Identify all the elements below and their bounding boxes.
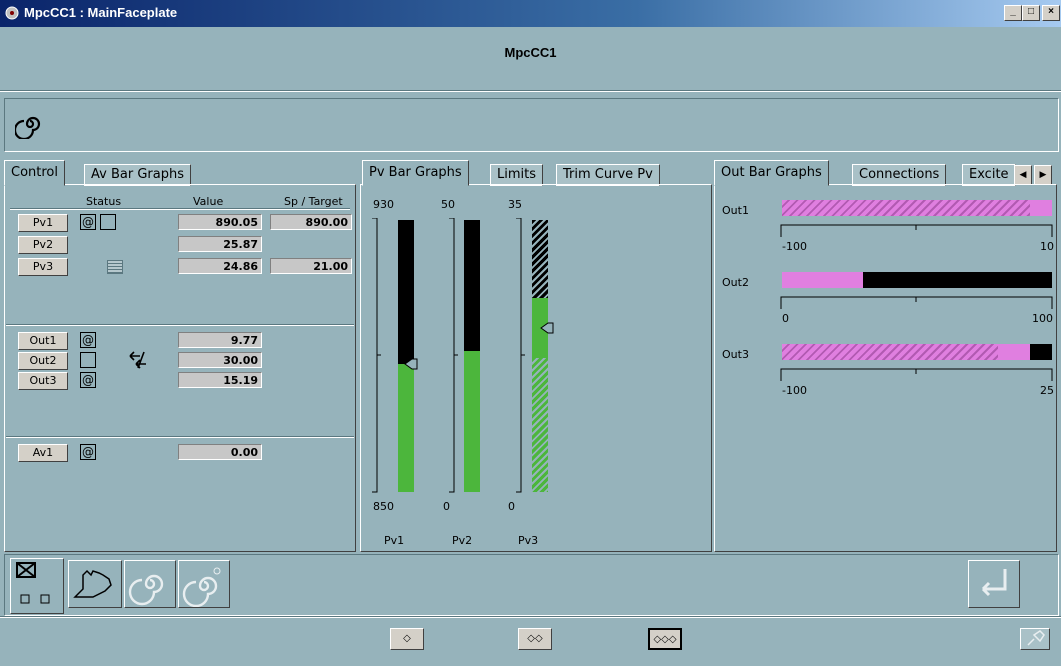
pv1-max-label: 930 bbox=[373, 198, 394, 211]
out2-bar-name: Out2 bbox=[722, 276, 749, 289]
auto-spiral-icon[interactable]: @ bbox=[80, 214, 96, 230]
auto-spiral-icon[interactable]: @ bbox=[80, 372, 96, 388]
pv2-button[interactable]: Pv2 bbox=[18, 236, 68, 254]
tab-excite[interactable]: Excite bbox=[962, 164, 1016, 186]
pv1-bar-fill bbox=[398, 364, 414, 492]
auto-spiral-icon[interactable]: @ bbox=[80, 444, 96, 460]
status-box bbox=[100, 214, 116, 230]
tab-connections[interactable]: Connections bbox=[852, 164, 947, 186]
out3-button[interactable]: Out3 bbox=[18, 372, 68, 390]
tab-out-bar-graphs[interactable]: Out Bar Graphs bbox=[714, 160, 829, 186]
pv2-max-label: 50 bbox=[441, 198, 455, 211]
out2-button[interactable]: Out2 bbox=[18, 352, 68, 370]
title-bar: MpcCC1 : MainFaceplate _ □ × bbox=[0, 0, 1061, 27]
pv3-setpoint[interactable]: 21.00 bbox=[270, 258, 352, 274]
one-dot-icon: ◇ bbox=[403, 633, 411, 644]
pv3-bar-name: Pv3 bbox=[518, 534, 539, 547]
disable-control-icon bbox=[16, 562, 50, 604]
out1-scale bbox=[780, 224, 1053, 237]
three-dot-icon: ◇◇◇ bbox=[653, 634, 677, 645]
pv1-setpoint-marker-icon bbox=[404, 358, 418, 370]
hatched-status-icon bbox=[107, 260, 123, 274]
out2-scale bbox=[780, 296, 1053, 309]
auto-spiral-icon[interactable]: @ bbox=[80, 332, 96, 348]
pv1-setpoint[interactable]: 890.00 bbox=[270, 214, 352, 230]
tab-pv-bar-graphs[interactable]: Pv Bar Graphs bbox=[362, 160, 469, 186]
av1-value: 0.00 bbox=[178, 444, 262, 460]
out1-value: 9.77 bbox=[178, 332, 262, 348]
pv1-value: 890.05 bbox=[178, 214, 262, 230]
status-column-header: Status bbox=[86, 195, 122, 208]
out1-bar-fill bbox=[782, 200, 1030, 216]
tab-scroll-left-icon[interactable]: ◀ bbox=[1014, 165, 1032, 185]
pv-section-divider bbox=[6, 324, 354, 326]
out1-button[interactable]: Out1 bbox=[18, 332, 68, 350]
out-section-divider bbox=[6, 436, 354, 438]
spiral-cascade-icon bbox=[182, 567, 221, 608]
pv1-button[interactable]: Pv1 bbox=[18, 214, 68, 232]
tab-scroll-right-icon[interactable]: ▶ bbox=[1034, 165, 1052, 185]
out3-scale bbox=[780, 368, 1053, 381]
out3-bar-name: Out3 bbox=[722, 348, 749, 361]
window-title: MpcCC1 : MainFaceplate bbox=[24, 5, 178, 20]
hand-icon bbox=[73, 569, 112, 598]
pv3-min-label: 0 bbox=[508, 500, 515, 513]
app-icon bbox=[5, 6, 19, 20]
spiral-icon bbox=[15, 116, 41, 139]
pv3-max-label: 35 bbox=[508, 198, 522, 211]
tab-control[interactable]: Control bbox=[4, 160, 65, 186]
manual-mode-button[interactable] bbox=[10, 558, 64, 614]
out2-value: 30.00 bbox=[178, 352, 262, 368]
out2-max-label: 100 bbox=[1032, 312, 1053, 325]
sp-target-column-header: Sp / Target bbox=[284, 195, 343, 208]
out1-min-label: -100 bbox=[782, 240, 807, 253]
mode-icon-bar bbox=[4, 98, 1059, 152]
out2-bar-fill bbox=[782, 272, 863, 288]
out1-max-label: 10 bbox=[1040, 240, 1054, 253]
view-level-1-button[interactable]: ◇ bbox=[390, 628, 424, 650]
out2-min-label: 0 bbox=[782, 312, 789, 325]
header-divider bbox=[0, 90, 1061, 92]
tab-trim-curve-pv[interactable]: Trim Curve Pv bbox=[556, 164, 660, 186]
av1-button[interactable]: Av1 bbox=[18, 444, 68, 462]
pv2-bar-fill bbox=[464, 351, 480, 492]
pv3-value: 24.86 bbox=[178, 258, 262, 274]
status-box bbox=[80, 352, 96, 368]
pv2-value: 25.87 bbox=[178, 236, 262, 252]
pv1-min-label: 850 bbox=[373, 500, 394, 513]
pv2-min-label: 0 bbox=[443, 500, 450, 513]
enter-button[interactable] bbox=[968, 560, 1020, 608]
out3-max-label: 25 bbox=[1040, 384, 1054, 397]
faceplate-name: MpcCC1 bbox=[504, 45, 557, 60]
pv3-bar-hatched-fill bbox=[532, 358, 548, 492]
spiral-icon bbox=[128, 574, 164, 606]
view-level-3-button[interactable]: ◇◇◇ bbox=[648, 628, 682, 650]
pv1-bar-name: Pv1 bbox=[384, 534, 405, 547]
out3-bar-hatched-fill bbox=[782, 344, 998, 360]
pv2-bar-name: Pv2 bbox=[452, 534, 473, 547]
tab-limits[interactable]: Limits bbox=[490, 164, 543, 186]
pin-icon bbox=[1027, 630, 1045, 646]
pin-button[interactable] bbox=[1020, 628, 1050, 650]
out1-bar-name: Out1 bbox=[722, 204, 749, 217]
pv3-setpoint-marker-icon bbox=[540, 322, 554, 334]
out3-value: 15.19 bbox=[178, 372, 262, 388]
enter-arrow-icon bbox=[981, 569, 1007, 597]
minimize-button[interactable]: _ bbox=[1004, 5, 1022, 21]
maximize-button[interactable]: □ bbox=[1022, 5, 1040, 21]
decoupled-arrows-icon bbox=[129, 351, 146, 369]
close-button[interactable]: × bbox=[1042, 5, 1060, 21]
auto-mode-button[interactable] bbox=[124, 560, 176, 608]
pv3-button[interactable]: Pv3 bbox=[18, 258, 68, 276]
value-column-header: Value bbox=[193, 195, 224, 208]
two-dot-icon: ◇◇ bbox=[527, 633, 543, 644]
tab-av-bar-graphs[interactable]: Av Bar Graphs bbox=[84, 164, 191, 186]
bottom-divider bbox=[0, 616, 1061, 618]
hand-mode-button[interactable] bbox=[68, 560, 122, 608]
cascade-mode-button[interactable] bbox=[178, 560, 230, 608]
view-level-2-button[interactable]: ◇◇ bbox=[518, 628, 552, 650]
out3-min-label: -100 bbox=[782, 384, 807, 397]
column-header-divider bbox=[10, 208, 350, 210]
